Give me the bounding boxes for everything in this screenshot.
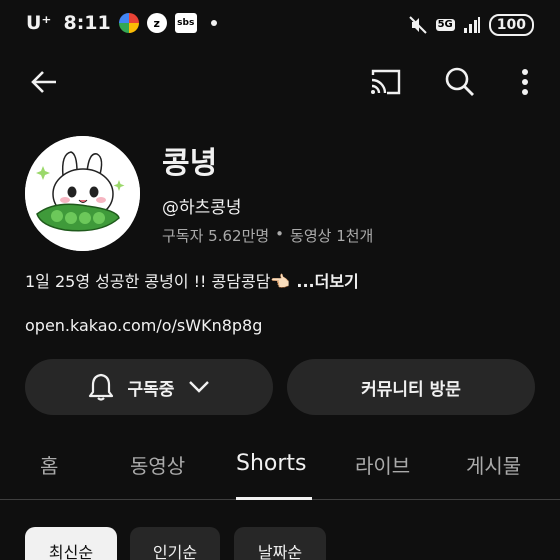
more-vertical-icon <box>522 69 528 95</box>
subscribed-button[interactable]: 구독중 <box>25 359 273 415</box>
tab-shorts[interactable]: Shorts <box>236 451 307 476</box>
channel-tabs: 홈 동영상 Shorts 라이브 게시물 <box>0 440 560 500</box>
tab-home[interactable]: 홈 <box>40 450 58 479</box>
channel-avatar[interactable] <box>25 136 140 251</box>
bell-icon <box>88 373 113 401</box>
active-tab-indicator <box>236 497 312 500</box>
tab-posts[interactable]: 게시물 <box>466 450 521 479</box>
bunny-avatar-image <box>25 136 140 251</box>
video-count: 동영상 1천개 <box>290 227 374 245</box>
description-text: 1일 25영 성공한 콩녕이 !! 콩담콩담👈🏻 <box>25 272 291 291</box>
tab-live[interactable]: 라이브 <box>355 450 410 479</box>
chip-latest[interactable]: 최신순 <box>25 527 117 560</box>
search-icon <box>445 67 474 96</box>
separator-dot: • <box>275 225 285 243</box>
back-arrow-icon <box>31 71 56 93</box>
channel-description[interactable]: 1일 25영 성공한 콩녕이 !! 콩담콩담👈🏻 ...더보기 <box>25 268 359 292</box>
community-visit-label: 커뮤니티 방문 <box>361 379 461 400</box>
community-visit-button[interactable]: 커뮤니티 방문 <box>287 359 535 415</box>
subscribed-label: 구독중 <box>127 379 175 400</box>
app-bar <box>0 54 560 110</box>
carrier-label: U⁺ <box>26 12 52 34</box>
network-type-badge: 5G <box>435 19 455 31</box>
notification-dot-icon <box>210 20 217 26</box>
subscriber-count: 구독자 5.62만명 <box>162 227 270 245</box>
more-options-button[interactable] <box>503 60 547 104</box>
battery-indicator: 100 <box>488 14 534 36</box>
channel-link[interactable]: open.kakao.com/o/sWKn8p8g <box>25 316 262 335</box>
mute-icon <box>408 16 427 34</box>
clock: 8:11 <box>63 12 111 34</box>
channel-handle: @하츠콩녕 <box>162 198 242 218</box>
tab-videos[interactable]: 동영상 <box>130 450 185 479</box>
more-link[interactable]: ...더보기 <box>296 268 358 292</box>
status-bar: U⁺ 8:11 z sbs 5G 100 <box>0 0 560 54</box>
signal-icon <box>463 17 480 33</box>
photos-icon <box>118 13 139 33</box>
back-button[interactable] <box>22 60 66 104</box>
search-button[interactable] <box>438 60 482 104</box>
chevron-down-icon <box>189 381 210 393</box>
cast-icon <box>371 69 401 95</box>
chip-oldest[interactable]: 날짜순 <box>234 527 326 560</box>
cast-button[interactable] <box>364 60 408 104</box>
channel-name: 콩녕 <box>162 146 218 181</box>
channel-stats: 구독자 5.62만명 • 동영상 1천개 <box>162 225 373 246</box>
z-icon: z <box>146 13 167 33</box>
news-icon: sbs <box>174 13 197 33</box>
chip-popular[interactable]: 인기순 <box>130 527 220 560</box>
